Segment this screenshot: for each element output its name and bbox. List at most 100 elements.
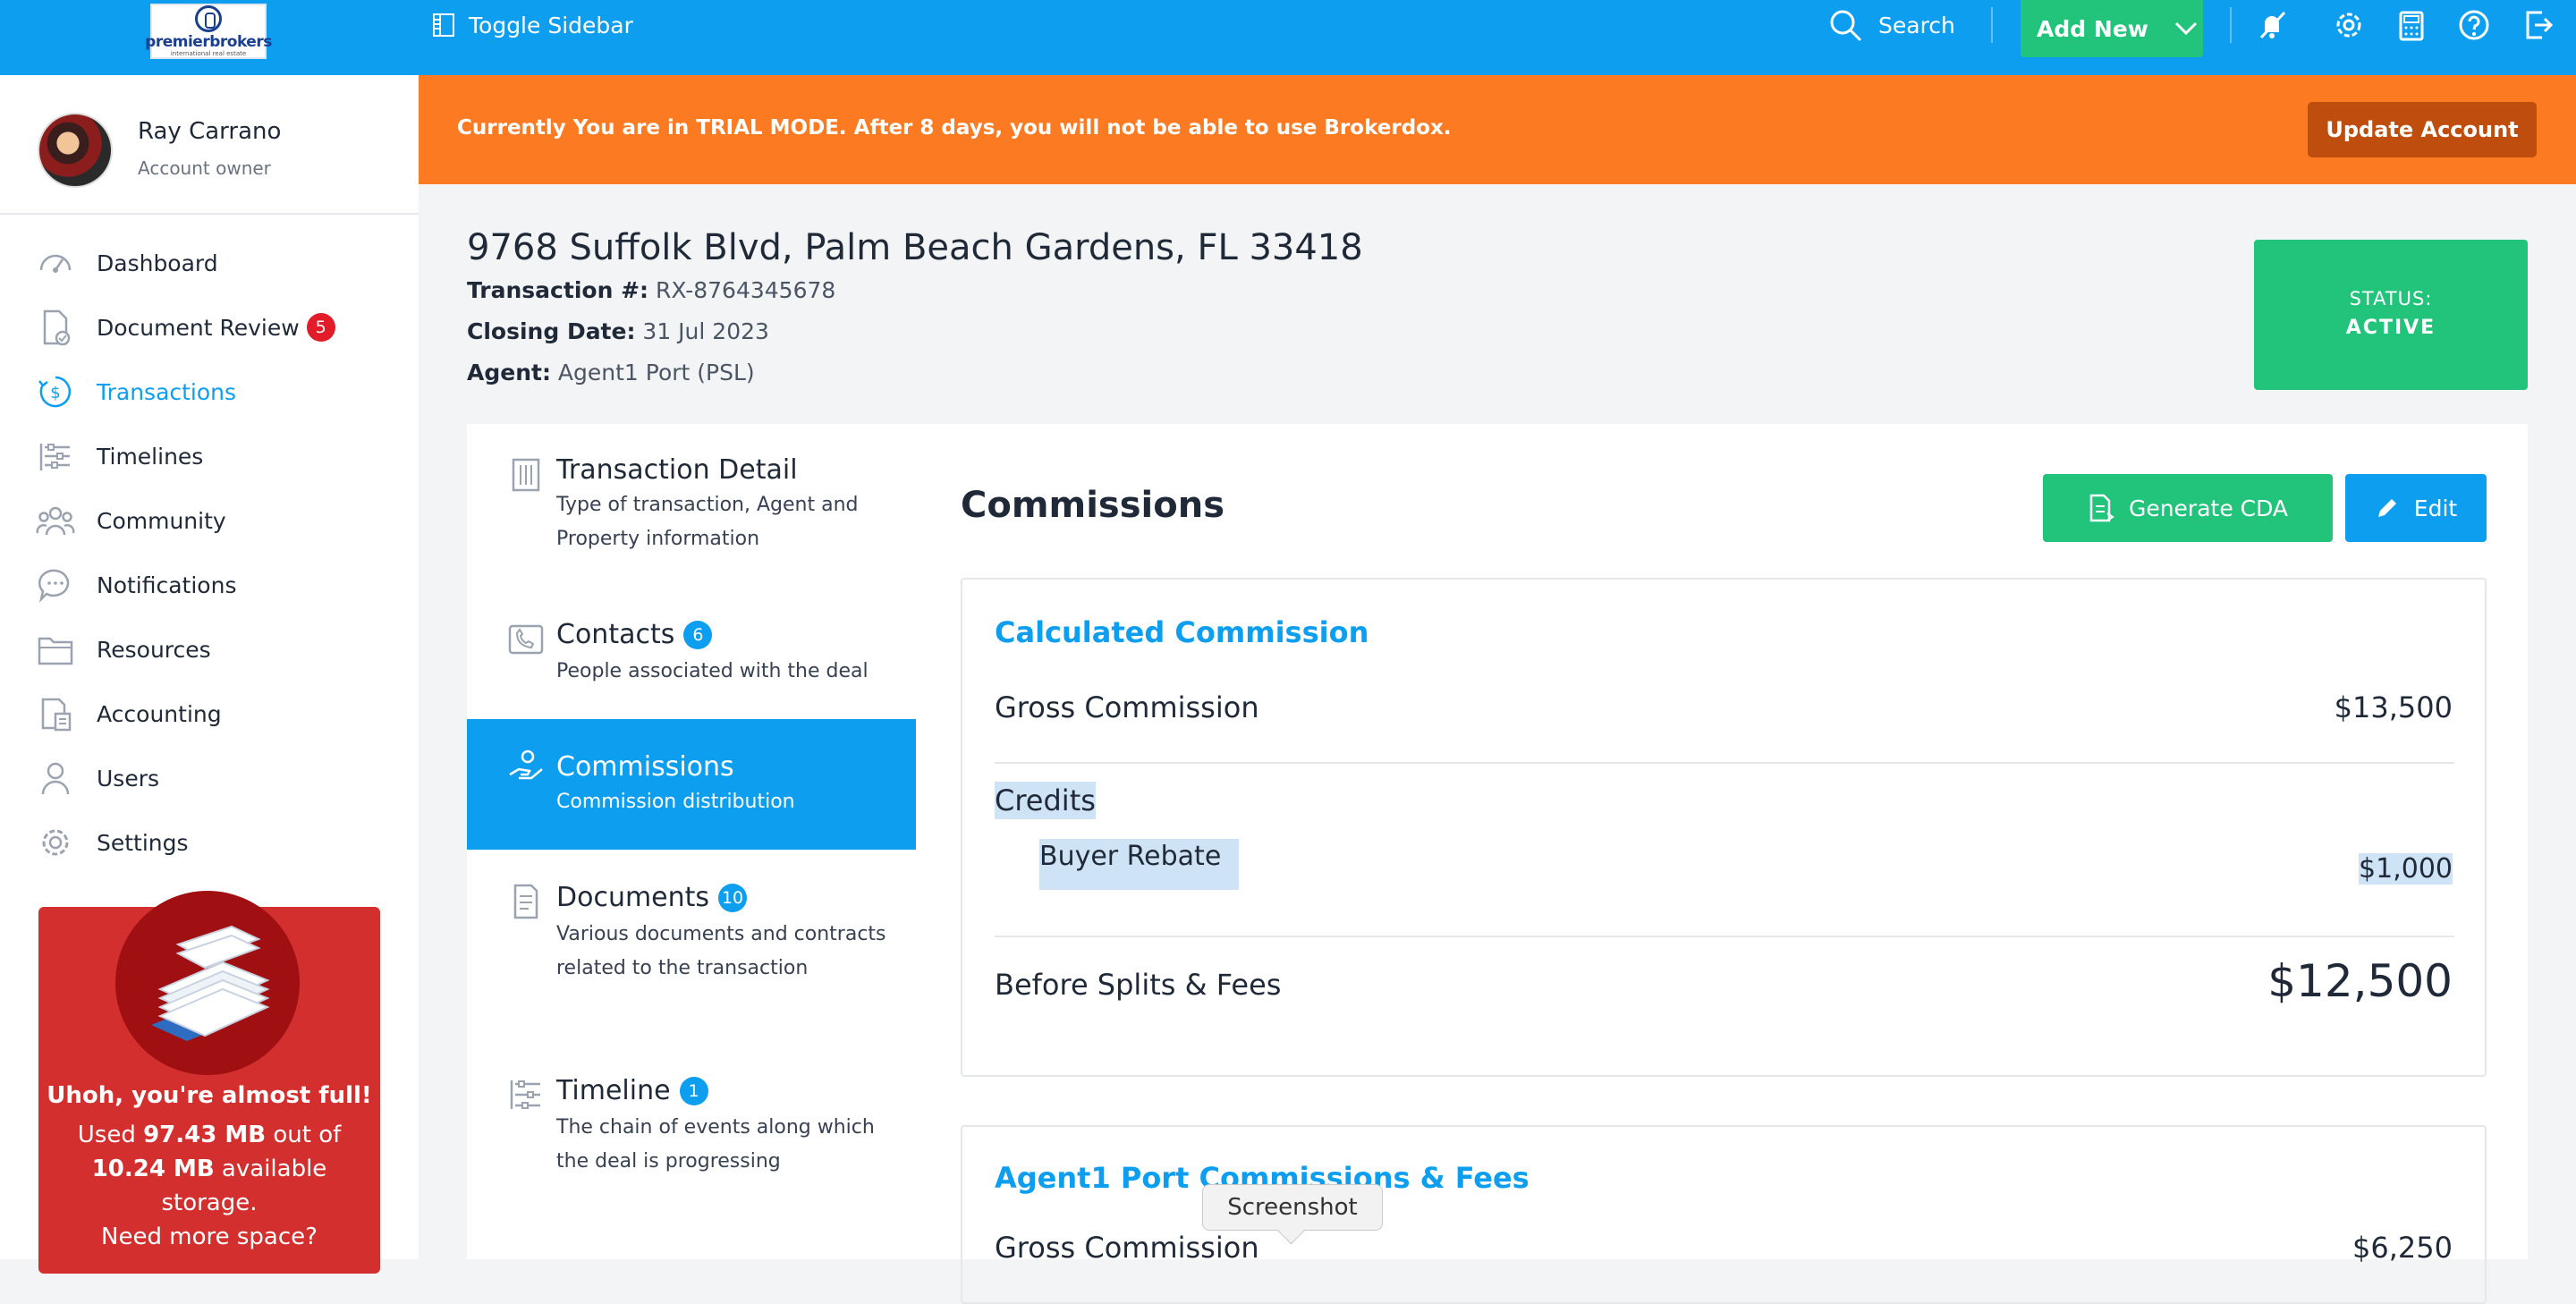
document-export-icon <box>2089 494 2114 522</box>
search-button[interactable]: Search <box>1828 7 1955 43</box>
credits-label: Credits <box>995 782 1096 819</box>
accounting-icon <box>41 698 72 732</box>
transaction-section-list: Transaction Detail Type of transaction, … <box>467 424 918 1259</box>
agent-gross-commission-value: $6,250 <box>2352 1231 2453 1265</box>
sidebar-item-label: Dashboard <box>97 250 218 276</box>
panel-title: Commissions <box>961 485 1224 526</box>
logo-mark-icon <box>195 5 222 32</box>
section-title: Contacts 6 <box>556 619 713 650</box>
search-icon <box>1830 10 1861 41</box>
settings-gear-icon[interactable] <box>2331 7 2367 43</box>
section-subtitle: The chain of events along which the deal… <box>556 1116 875 1173</box>
section-title-text: Documents <box>556 882 710 913</box>
sidebar-item-label: Users <box>97 765 160 792</box>
gear-icon <box>42 829 69 856</box>
sidebar-item-settings[interactable]: Settings <box>36 821 189 864</box>
section-title: Commissions <box>556 751 734 783</box>
section-title: Timeline 1 <box>556 1075 708 1106</box>
sidebar-item-document-review[interactable]: Document Review 5 <box>36 306 335 349</box>
sidebar: Ray Carrano Account owner Dashboard Docu… <box>0 75 419 1274</box>
add-new-button[interactable]: Add New <box>2021 0 2203 57</box>
closing-date-label: Closing Date: <box>467 318 636 344</box>
avatar[interactable] <box>38 113 113 188</box>
timeline-count-badge: 1 <box>679 1076 708 1105</box>
user-icon <box>41 762 70 795</box>
notifications-off-icon[interactable] <box>2254 7 2290 43</box>
section-timeline[interactable]: Timeline 1 The chain of events along whic… <box>467 1037 916 1190</box>
section-commissions[interactable]: Commissions Commission distribution <box>467 719 916 850</box>
folder-icon <box>38 637 73 665</box>
sidebar-item-accounting[interactable]: Accounting <box>36 692 222 735</box>
edit-label: Edit <box>2413 495 2458 521</box>
storage-cta: Need more space? <box>101 1224 318 1250</box>
sidebar-item-transactions[interactable]: $ Transactions <box>36 370 236 413</box>
before-splits-label: Before Splits & Fees <box>995 968 1282 1002</box>
phone-icon <box>508 624 544 655</box>
closing-date: Closing Date: 31 Jul 2023 <box>467 318 769 344</box>
section-documents[interactable]: Documents 10 Various documents and contra… <box>467 850 916 1037</box>
user-profile[interactable]: Ray Carrano Account owner <box>0 75 419 215</box>
hand-coin-icon <box>509 749 543 780</box>
update-account-button[interactable]: Update Account <box>2308 102 2537 157</box>
gauge-icon <box>39 254 72 273</box>
generate-cda-label: Generate CDA <box>2128 495 2289 521</box>
storage-warning-text: Used 97.43 MB out of 10.24 MB available … <box>65 1118 353 1254</box>
help-icon[interactable] <box>2456 7 2492 43</box>
section-title-text: Contacts <box>556 619 675 650</box>
sidebar-item-resources[interactable]: Resources <box>36 628 211 671</box>
sidebar-item-community[interactable]: Community <box>36 499 226 542</box>
community-icon <box>36 506 75 536</box>
storage-documents-icon <box>115 891 300 1075</box>
divider <box>995 762 2454 764</box>
top-bar: premierbrokers international real estate… <box>0 0 2576 75</box>
svg-text:$: $ <box>50 384 60 402</box>
company-logo[interactable]: premierbrokers international real estate <box>145 4 272 59</box>
sidebar-item-timelines[interactable]: Timelines <box>36 435 203 478</box>
buyer-rebate-value: $1,000 <box>2359 853 2453 885</box>
status-value: ACTIVE <box>2345 317 2436 339</box>
section-subtitle: Type of transaction, Agent and Property … <box>556 494 859 550</box>
edit-button[interactable]: Edit <box>2345 474 2487 542</box>
sidebar-item-users[interactable]: Users <box>36 757 159 800</box>
timeline-icon <box>510 1080 540 1109</box>
commissions-panel: Commissions Generate CDA Edit Calculated… <box>916 424 2528 1304</box>
section-subtitle: Various documents and contracts related … <box>556 923 886 979</box>
contacts-count-badge: 6 <box>683 620 713 649</box>
chevron-down-icon <box>2174 21 2197 36</box>
section-transaction-detail[interactable]: Transaction Detail Type of transaction, … <box>467 424 916 576</box>
calculated-commission-card: Calculated Commission Gross Commission $… <box>961 578 2487 1077</box>
topbar-divider <box>1991 7 1993 43</box>
sidebar-item-label: Timelines <box>97 443 204 470</box>
storage-used-value: 97.43 MB <box>143 1122 267 1148</box>
section-title-text: Transaction Detail <box>556 454 798 486</box>
sidebar-item-label: Accounting <box>97 700 222 727</box>
document-icon <box>513 884 538 919</box>
storage-used-prefix: Used <box>77 1122 144 1148</box>
section-subtitle: People associated with the deal <box>556 660 869 682</box>
agent-label: Agent: <box>467 360 551 385</box>
sidebar-item-label: Settings <box>97 829 189 856</box>
section-title: Transaction Detail <box>556 454 798 486</box>
calculator-icon[interactable] <box>2394 7 2429 43</box>
section-title-text: Commissions <box>556 751 734 783</box>
toggle-sidebar-button[interactable]: Toggle Sidebar <box>433 9 633 41</box>
logout-icon[interactable] <box>2521 7 2556 43</box>
closing-date-value: 31 Jul 2023 <box>642 318 769 344</box>
sidebar-item-notifications[interactable]: Notifications <box>36 563 236 606</box>
storage-warning-title: Uhoh, you're almost full! <box>47 1082 372 1109</box>
documents-count-badge: 10 <box>718 883 748 912</box>
profile-name: Ray Carrano <box>138 118 282 145</box>
agent-commission-card: Agent1 Port Commissions & Fees Gross Com… <box>961 1125 2487 1304</box>
sidebar-item-dashboard[interactable]: Dashboard <box>36 241 218 284</box>
storage-out-of: out of <box>266 1122 342 1148</box>
building-icon <box>512 458 540 492</box>
profile-role: Account owner <box>138 157 271 179</box>
transaction-number-value: RX-8764345678 <box>655 277 836 303</box>
sidebar-toggle-icon <box>433 13 454 37</box>
section-contacts[interactable]: Contacts 6 People associated with the dea… <box>467 576 916 696</box>
topbar-divider <box>2230 7 2232 43</box>
divider <box>995 936 2454 937</box>
logo-tagline: international real estate <box>170 50 247 57</box>
agent-gross-commission-label: Gross Commission <box>995 1231 1259 1265</box>
generate-cda-button[interactable]: Generate CDA <box>2043 474 2333 542</box>
